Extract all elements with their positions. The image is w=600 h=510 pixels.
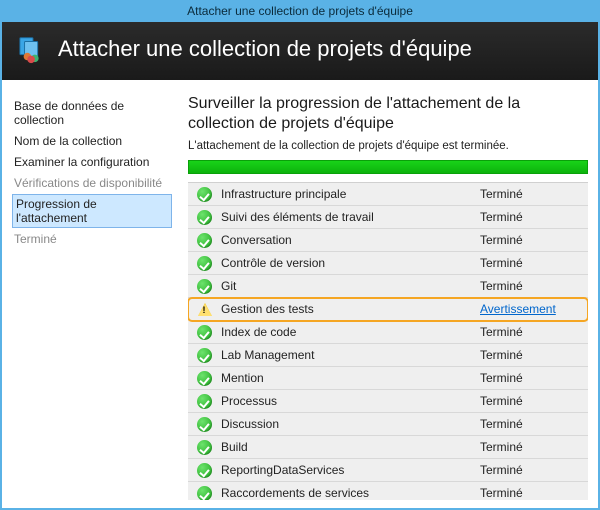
wizard-body: Base de données de collectionNom de la c… — [2, 80, 598, 508]
sidebar-item-0[interactable]: Base de données de collection — [12, 96, 172, 130]
step-label: Mention — [221, 371, 472, 385]
step-label: Build — [221, 440, 472, 454]
step-label: Infrastructure principale — [221, 187, 472, 201]
step-label: Lab Management — [221, 348, 472, 362]
success-icon — [196, 370, 213, 387]
step-row-3: Contrôle de version Terminé — [188, 252, 588, 275]
step-label: ReportingDataServices — [221, 463, 472, 477]
step-label: Suivi des éléments de travail — [221, 210, 472, 224]
steps-list: Infrastructure principaleTerminéSuivi de… — [188, 182, 588, 500]
team-project-collection-icon — [18, 34, 48, 64]
step-row-10: Discussion Terminé — [188, 413, 588, 436]
step-row-9: Processus Terminé — [188, 390, 588, 413]
success-icon — [196, 416, 213, 433]
success-icon — [196, 324, 213, 341]
success-icon — [196, 347, 213, 364]
step-row-4: Git Terminé — [188, 275, 588, 298]
step-status: Terminé — [480, 210, 580, 224]
step-status-warning-link[interactable]: Avertissement — [480, 302, 580, 316]
step-status: Terminé — [480, 187, 580, 201]
success-icon — [196, 278, 213, 295]
step-label: Raccordements de services — [221, 486, 472, 500]
step-row-7: Lab Management Terminé — [188, 344, 588, 367]
success-icon — [196, 393, 213, 410]
success-icon — [196, 186, 213, 203]
step-status: Terminé — [480, 325, 580, 339]
step-status: Terminé — [480, 486, 580, 500]
sidebar-item-4[interactable]: Progression de l'attachement — [12, 194, 172, 228]
step-row-2: Conversation Terminé — [188, 229, 588, 252]
sidebar-item-1[interactable]: Nom de la collection — [12, 131, 172, 151]
step-status: Terminé — [480, 256, 580, 270]
step-row-11: Build Terminé — [188, 436, 588, 459]
step-label: Conversation — [221, 233, 472, 247]
step-status: Terminé — [480, 371, 580, 385]
step-status: Terminé — [480, 279, 580, 293]
step-label: Discussion — [221, 417, 472, 431]
step-row-8: Mention Terminé — [188, 367, 588, 390]
success-icon — [196, 209, 213, 226]
success-icon — [196, 232, 213, 249]
content-subtext: L'attachement de la collection de projet… — [188, 140, 588, 152]
step-status: Terminé — [480, 233, 580, 247]
wizard-content: Surveiller la progression de l'attacheme… — [180, 80, 598, 508]
wizard-header: Attacher une collection de projets d'équ… — [2, 22, 598, 80]
step-label: Gestion des tests — [221, 302, 472, 316]
step-status: Terminé — [480, 417, 580, 431]
content-heading: Surveiller la progression de l'attacheme… — [188, 94, 588, 134]
wizard-header-title: Attacher une collection de projets d'équ… — [58, 36, 472, 62]
window-titlebar: Attacher une collection de projets d'équ… — [2, 2, 598, 22]
step-label: Contrôle de version — [221, 256, 472, 270]
success-icon — [196, 462, 213, 479]
step-status: Terminé — [480, 440, 580, 454]
step-row-5: Gestion des tests Avertissement — [188, 298, 588, 321]
success-icon — [196, 255, 213, 272]
progress-bar — [188, 160, 588, 174]
step-row-0: Infrastructure principale Terminé — [188, 183, 588, 206]
step-status: Terminé — [480, 394, 580, 408]
sidebar-item-2[interactable]: Examiner la configuration — [12, 152, 172, 172]
step-row-13: Raccordements de services Terminé — [188, 482, 588, 500]
success-icon — [196, 485, 213, 501]
step-label: Index de code — [221, 325, 472, 339]
wizard-window: Attacher une collection de projets d'équ… — [0, 0, 600, 510]
step-status: Terminé — [480, 348, 580, 362]
sidebar-item-3: Vérifications de disponibilité — [12, 173, 172, 193]
sidebar-item-5: Terminé — [12, 229, 172, 249]
step-row-12: ReportingDataServices Terminé — [188, 459, 588, 482]
success-icon — [196, 439, 213, 456]
window-title: Attacher une collection de projets d'équ… — [187, 4, 413, 18]
step-label: Git — [221, 279, 472, 293]
step-status: Terminé — [480, 463, 580, 477]
step-row-6: Index de code Terminé — [188, 321, 588, 344]
step-row-1: Suivi des éléments de travail Terminé — [188, 206, 588, 229]
warning-icon — [196, 301, 213, 318]
step-label: Processus — [221, 394, 472, 408]
wizard-steps-sidebar: Base de données de collectionNom de la c… — [2, 80, 180, 508]
